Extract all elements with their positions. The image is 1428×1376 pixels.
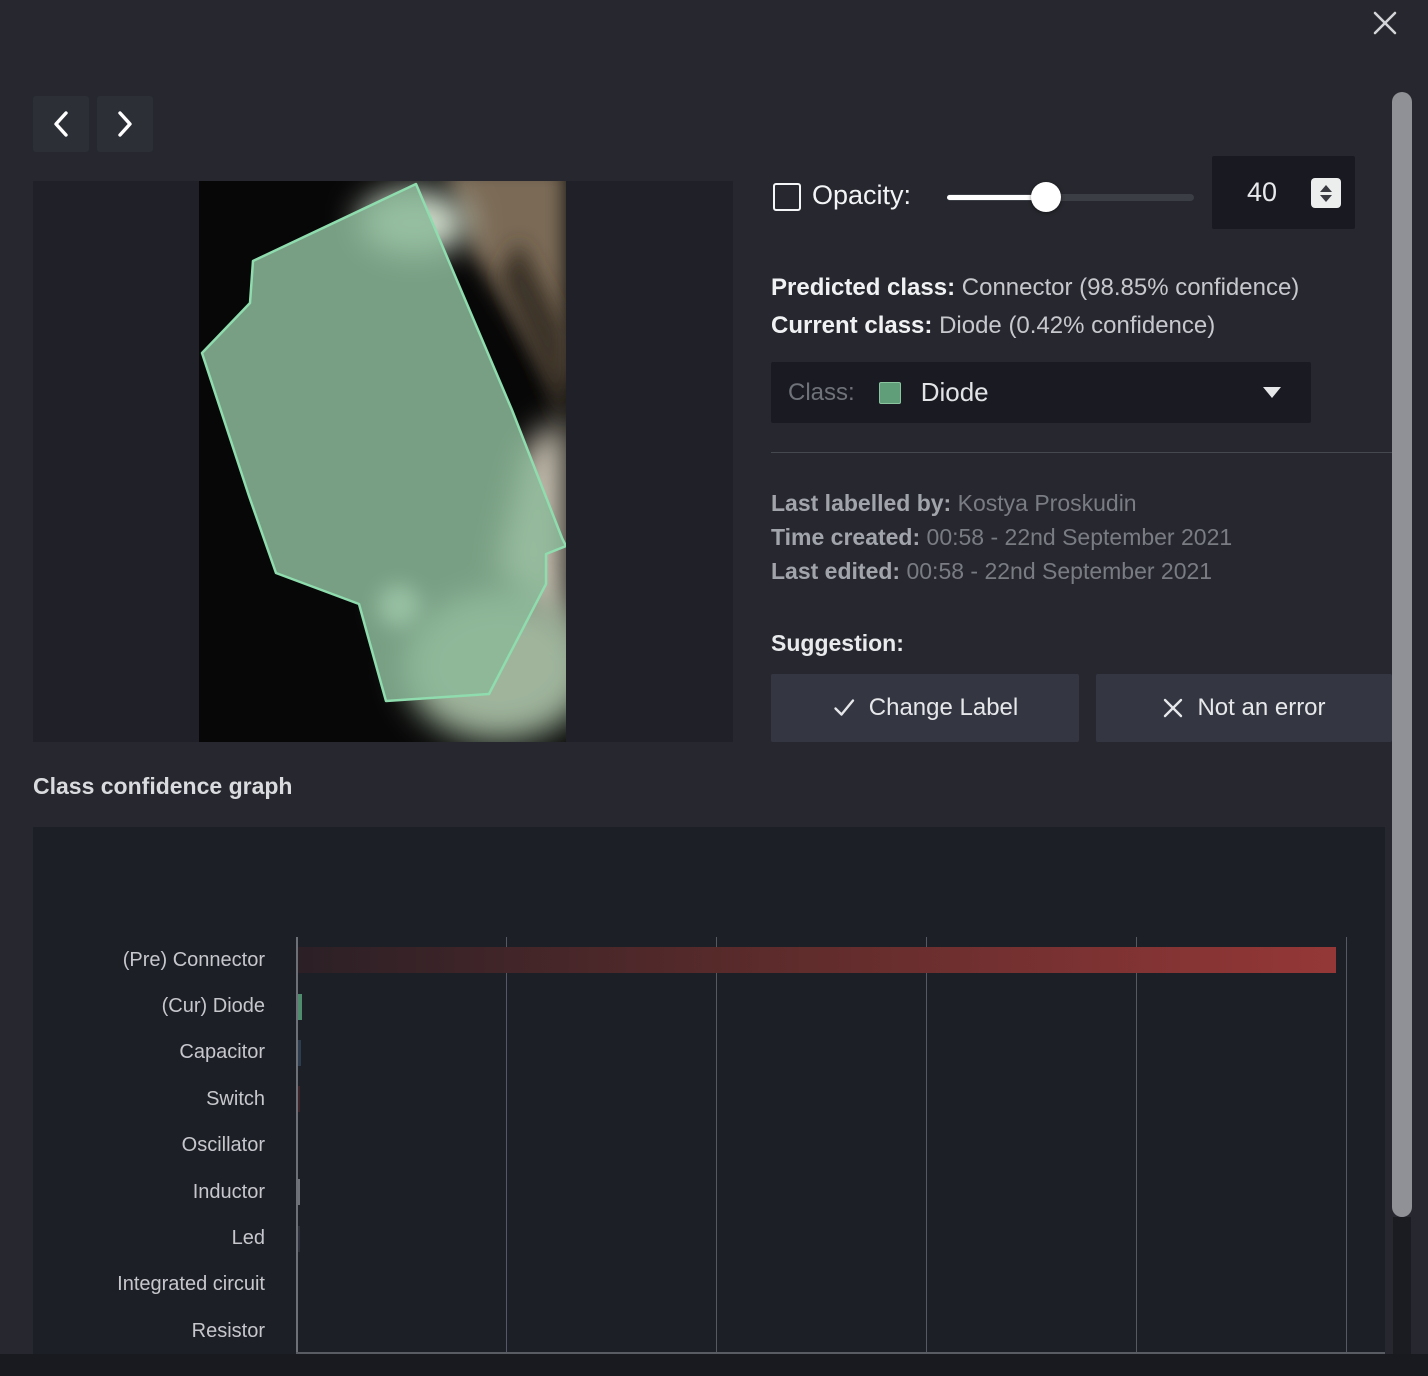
last-edited-value: 00:58 - 22nd September 2021 [906, 558, 1212, 584]
confidence-bar-switch [298, 1086, 300, 1112]
number-stepper[interactable] [1311, 178, 1341, 208]
last-labelled-line: Last labelled by: Kostya Proskudin [771, 489, 1137, 517]
last-labelled-label: Last labelled by: [771, 490, 951, 516]
chevron-right-icon [114, 109, 136, 139]
chart-row: (Pre) Connector [33, 937, 1385, 983]
chart-rows: (Pre) Connector (Cur) Diode Capacitor Sw… [33, 937, 1385, 1354]
chart-category-label: Oscillator [33, 1134, 265, 1157]
chart-category-label: Resistor [33, 1320, 265, 1343]
stepper-down-icon[interactable] [1320, 195, 1332, 202]
vertical-scrollbar-thumb[interactable] [1392, 92, 1412, 1217]
chart-category-label: (Pre) Connector [33, 949, 265, 972]
current-class-label: Current class: [771, 312, 932, 339]
confidence-bar-inductor [298, 1179, 300, 1205]
annotation-image-panel [33, 181, 733, 742]
opacity-number-input[interactable]: 40 [1212, 156, 1355, 229]
change-label-text: Change Label [869, 694, 1018, 722]
cross-icon [1162, 697, 1184, 719]
chart-title: Class confidence graph [33, 773, 292, 800]
last-labelled-value: Kostya Proskudin [958, 490, 1137, 516]
chevron-left-icon [50, 109, 72, 139]
opacity-slider-thumb[interactable] [1031, 182, 1061, 212]
change-label-button[interactable]: Change Label [771, 674, 1079, 742]
chart-category-label: Inductor [33, 1181, 265, 1204]
chart-row: Resistor [33, 1308, 1385, 1354]
not-an-error-text: Not an error [1197, 694, 1325, 722]
predicted-class-label: Predicted class: [771, 274, 955, 301]
close-icon [1372, 10, 1398, 36]
confidence-bar-diode [298, 994, 302, 1020]
vertical-scrollbar-track[interactable] [1393, 1217, 1411, 1354]
chart-row: Led [33, 1215, 1385, 1261]
class-dropdown-label: Class: [788, 379, 855, 407]
opacity-slider[interactable] [947, 194, 1194, 201]
opacity-checkbox[interactable] [773, 183, 801, 211]
section-divider [771, 452, 1392, 453]
chart-row: Integrated circuit [33, 1262, 1385, 1308]
not-an-error-button[interactable]: Not an error [1096, 674, 1392, 742]
chart-row: (Cur) Diode [33, 983, 1385, 1029]
confidence-bar-led [298, 1226, 300, 1252]
suggestion-title: Suggestion: [771, 630, 904, 657]
time-created-label: Time created: [771, 524, 920, 550]
confidence-bar-connector [298, 947, 1336, 973]
chart-row: Inductor [33, 1169, 1385, 1215]
chart-row: Capacitor [33, 1030, 1385, 1076]
opacity-label: Opacity: [812, 180, 911, 211]
chart-category-label: Switch [33, 1088, 265, 1111]
previous-button[interactable] [33, 96, 89, 152]
class-dropdown[interactable]: Class: Diode [771, 362, 1311, 423]
next-button[interactable] [97, 96, 153, 152]
check-icon [832, 696, 856, 720]
class-dropdown-value: Diode [921, 377, 989, 408]
predicted-class-line: Predicted class: Connector (98.85% confi… [771, 273, 1299, 303]
chart-category-label: (Cur) Diode [33, 995, 265, 1018]
current-class-value: Diode (0.42% confidence) [939, 312, 1215, 339]
opacity-value: 40 [1212, 156, 1312, 229]
bottom-edge [0, 1354, 1428, 1376]
chart-row: Oscillator [33, 1123, 1385, 1169]
chart-category-label: Integrated circuit [33, 1273, 265, 1296]
annotated-component-image[interactable] [199, 181, 566, 742]
chart-category-label: Capacitor [33, 1041, 265, 1064]
last-edited-line: Last edited: 00:58 - 22nd September 2021 [771, 557, 1212, 585]
last-edited-label: Last edited: [771, 558, 900, 584]
class-confidence-chart: (Pre) Connector (Cur) Diode Capacitor Sw… [33, 827, 1385, 1354]
class-color-swatch [879, 382, 901, 404]
predicted-class-value: Connector (98.85% confidence) [962, 274, 1300, 301]
time-created-value: 00:58 - 22nd September 2021 [927, 524, 1233, 550]
stepper-up-icon[interactable] [1320, 185, 1332, 192]
confidence-bar-capacitor [298, 1040, 301, 1066]
time-created-line: Time created: 00:58 - 22nd September 202… [771, 523, 1232, 551]
current-class-line: Current class: Diode (0.42% confidence) [771, 311, 1215, 341]
chart-category-label: Led [33, 1227, 265, 1250]
chart-row: Switch [33, 1076, 1385, 1122]
chevron-down-icon [1263, 387, 1281, 398]
close-button[interactable] [1368, 6, 1402, 40]
